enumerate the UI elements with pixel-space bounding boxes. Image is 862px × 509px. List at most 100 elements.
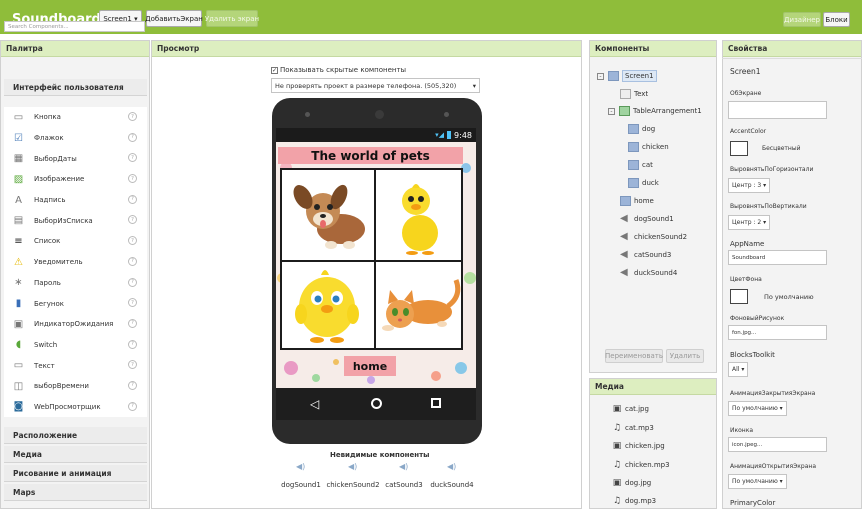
chicken-image[interactable] [283, 262, 372, 348]
phone-size-select[interactable]: Не проверять проект в размере телефона. … [271, 78, 480, 93]
app-title-label[interactable]: The world of pets [278, 147, 463, 164]
home-circle-icon[interactable] [371, 398, 382, 409]
search-input[interactable]: Search Components... [4, 21, 145, 32]
wifi-icon: ▾◢ [435, 131, 445, 139]
delete-button[interactable]: Удалить [666, 349, 704, 363]
palette-item-label: Уведомитель [34, 258, 83, 267]
media-file[interactable]: ▣ chicken.jpg [612, 441, 665, 451]
palette-item[interactable]: ▮ Бегунок? [4, 293, 147, 314]
align-vertical-select[interactable]: Центр : 2 ▾ [728, 215, 771, 230]
battery-icon [447, 131, 452, 139]
help-icon[interactable]: ? [128, 256, 137, 266]
align-horizontal-select[interactable]: Центр : 3 ▾ [728, 178, 771, 193]
collapse-icon[interactable]: - [597, 72, 604, 80]
remove-screen-button[interactable]: Удалить экран [205, 10, 259, 27]
tree-item[interactable]: - Screen1 [597, 70, 657, 82]
help-icon[interactable]: ? [128, 236, 137, 246]
tree-item[interactable]: ◀ catSound3 [620, 250, 671, 260]
palette-item[interactable]: ⚠ Уведомитель? [4, 252, 147, 273]
app-name-input[interactable]: Soundboard [728, 250, 827, 265]
palette-item[interactable]: ∗ Пароль? [4, 273, 147, 294]
media-file[interactable]: ♫ cat.mp3 [612, 423, 654, 433]
help-icon[interactable]: ? [128, 174, 137, 184]
dog-image[interactable] [283, 171, 372, 259]
nonvisible-component-label[interactable]: dogSound1 [279, 481, 323, 489]
tree-item[interactable]: - TableArrangement1 [608, 106, 702, 116]
palette-item[interactable]: ▤ ВыборИзСписка? [4, 210, 147, 231]
background-image-input[interactable]: fon.jpg... [728, 325, 827, 340]
tree-item[interactable]: home [620, 196, 654, 206]
tree-item[interactable]: chicken [628, 142, 669, 152]
help-icon[interactable]: ? [128, 298, 137, 308]
palette-item-label: WebПросмотрщик [34, 402, 101, 411]
palette-item[interactable]: ▦ ВыборДаты? [4, 148, 147, 169]
duck-image[interactable] [376, 171, 461, 259]
nonvisible-component-label[interactable]: duckSound4 [428, 481, 476, 489]
section-maps[interactable]: Maps [4, 484, 147, 501]
status-bar: ▾◢ 9:48 [276, 128, 476, 142]
open-animation-select[interactable]: По умолчанию ▾ [728, 474, 787, 489]
help-icon[interactable]: ? [128, 380, 137, 390]
properties-header: Свойства [723, 41, 861, 57]
media-file[interactable]: ♫ dog.mp3 [612, 496, 656, 506]
help-icon[interactable]: ? [128, 153, 137, 163]
section-user-interface[interactable]: Интерфейс пользователя [4, 79, 147, 96]
media-file[interactable]: ▣ cat.jpg [612, 404, 649, 414]
recents-icon[interactable] [431, 398, 441, 408]
palette-item[interactable]: ◫ выборВремени? [4, 376, 147, 397]
image-icon [628, 124, 639, 134]
background-color-swatch[interactable] [730, 289, 748, 304]
palette-item[interactable]: ▣ ИндикаторОжидания? [4, 314, 147, 335]
tree-item[interactable]: duck [628, 178, 659, 188]
media-file[interactable]: ♫ chicken.mp3 [612, 460, 670, 470]
palette-item[interactable]: ☑ Флажок? [4, 128, 147, 149]
nonvisible-component-label[interactable]: chickenSound2 [325, 481, 381, 489]
back-icon[interactable]: ◁ [310, 397, 319, 411]
blocks-button[interactable]: Блоки [823, 12, 850, 27]
help-icon[interactable]: ? [128, 277, 137, 287]
palette-item[interactable]: ≡ Список? [4, 231, 147, 252]
help-icon[interactable]: ? [128, 215, 137, 225]
help-icon[interactable]: ? [128, 194, 137, 204]
nonvisible-component-label[interactable]: catSound3 [380, 481, 428, 489]
home-button[interactable]: home [344, 356, 396, 376]
accent-color-swatch[interactable] [730, 141, 748, 156]
help-icon[interactable]: ? [128, 112, 137, 121]
dog-picture [293, 184, 365, 249]
close-animation-select[interactable]: По умолчанию ▾ [728, 401, 787, 416]
show-hidden-checkbox[interactable]: ✓ Показывать скрытые компоненты [271, 66, 406, 74]
section-media[interactable]: Медиа [4, 446, 147, 463]
help-icon[interactable]: ? [128, 132, 137, 142]
palette-item[interactable]: ▭ Текст? [4, 355, 147, 376]
palette-item[interactable]: ▭ Кнопка? [4, 107, 147, 128]
section-drawing[interactable]: Рисование и анимация [4, 465, 147, 482]
blocks-toolkit-select[interactable]: All ▾ [728, 362, 749, 377]
tree-item[interactable]: ◀ chickenSound2 [620, 232, 687, 242]
tree-item[interactable]: cat [628, 160, 653, 170]
tree-item[interactable]: ◀ duckSound4 [620, 268, 677, 278]
media-file[interactable]: ▣ dog.jpg [612, 478, 652, 488]
sensor-dot [305, 112, 310, 117]
rename-button[interactable]: Переименовать [605, 349, 663, 363]
icon-input[interactable]: icon.jpeg... [728, 437, 827, 452]
help-icon[interactable]: ? [128, 401, 137, 411]
palette-item[interactable]: ◖ Switch? [4, 335, 147, 356]
tree-item[interactable]: ◀ dogSound1 [620, 214, 674, 224]
tree-item[interactable]: dog [628, 124, 655, 134]
collapse-icon[interactable]: - [608, 107, 615, 115]
help-icon[interactable]: ? [128, 339, 137, 349]
help-icon[interactable]: ? [128, 360, 137, 370]
about-screen-input[interactable] [728, 101, 827, 119]
designer-button[interactable]: Дизайнер [783, 12, 821, 27]
cat-image[interactable] [376, 262, 461, 348]
section-layout[interactable]: Расположение [4, 427, 147, 444]
table-arrangement [280, 168, 463, 350]
palette-item[interactable]: ▨ Изображение? [4, 169, 147, 190]
tree-item[interactable]: Text [620, 89, 648, 99]
image-icon [628, 178, 639, 188]
button-icon [620, 196, 631, 206]
palette-item[interactable]: ◙ WebПросмотрщик? [4, 397, 147, 418]
add-screen-button[interactable]: ДобавитьЭкран [145, 10, 203, 27]
palette-item[interactable]: A Надпись? [4, 190, 147, 211]
help-icon[interactable]: ? [128, 318, 137, 328]
